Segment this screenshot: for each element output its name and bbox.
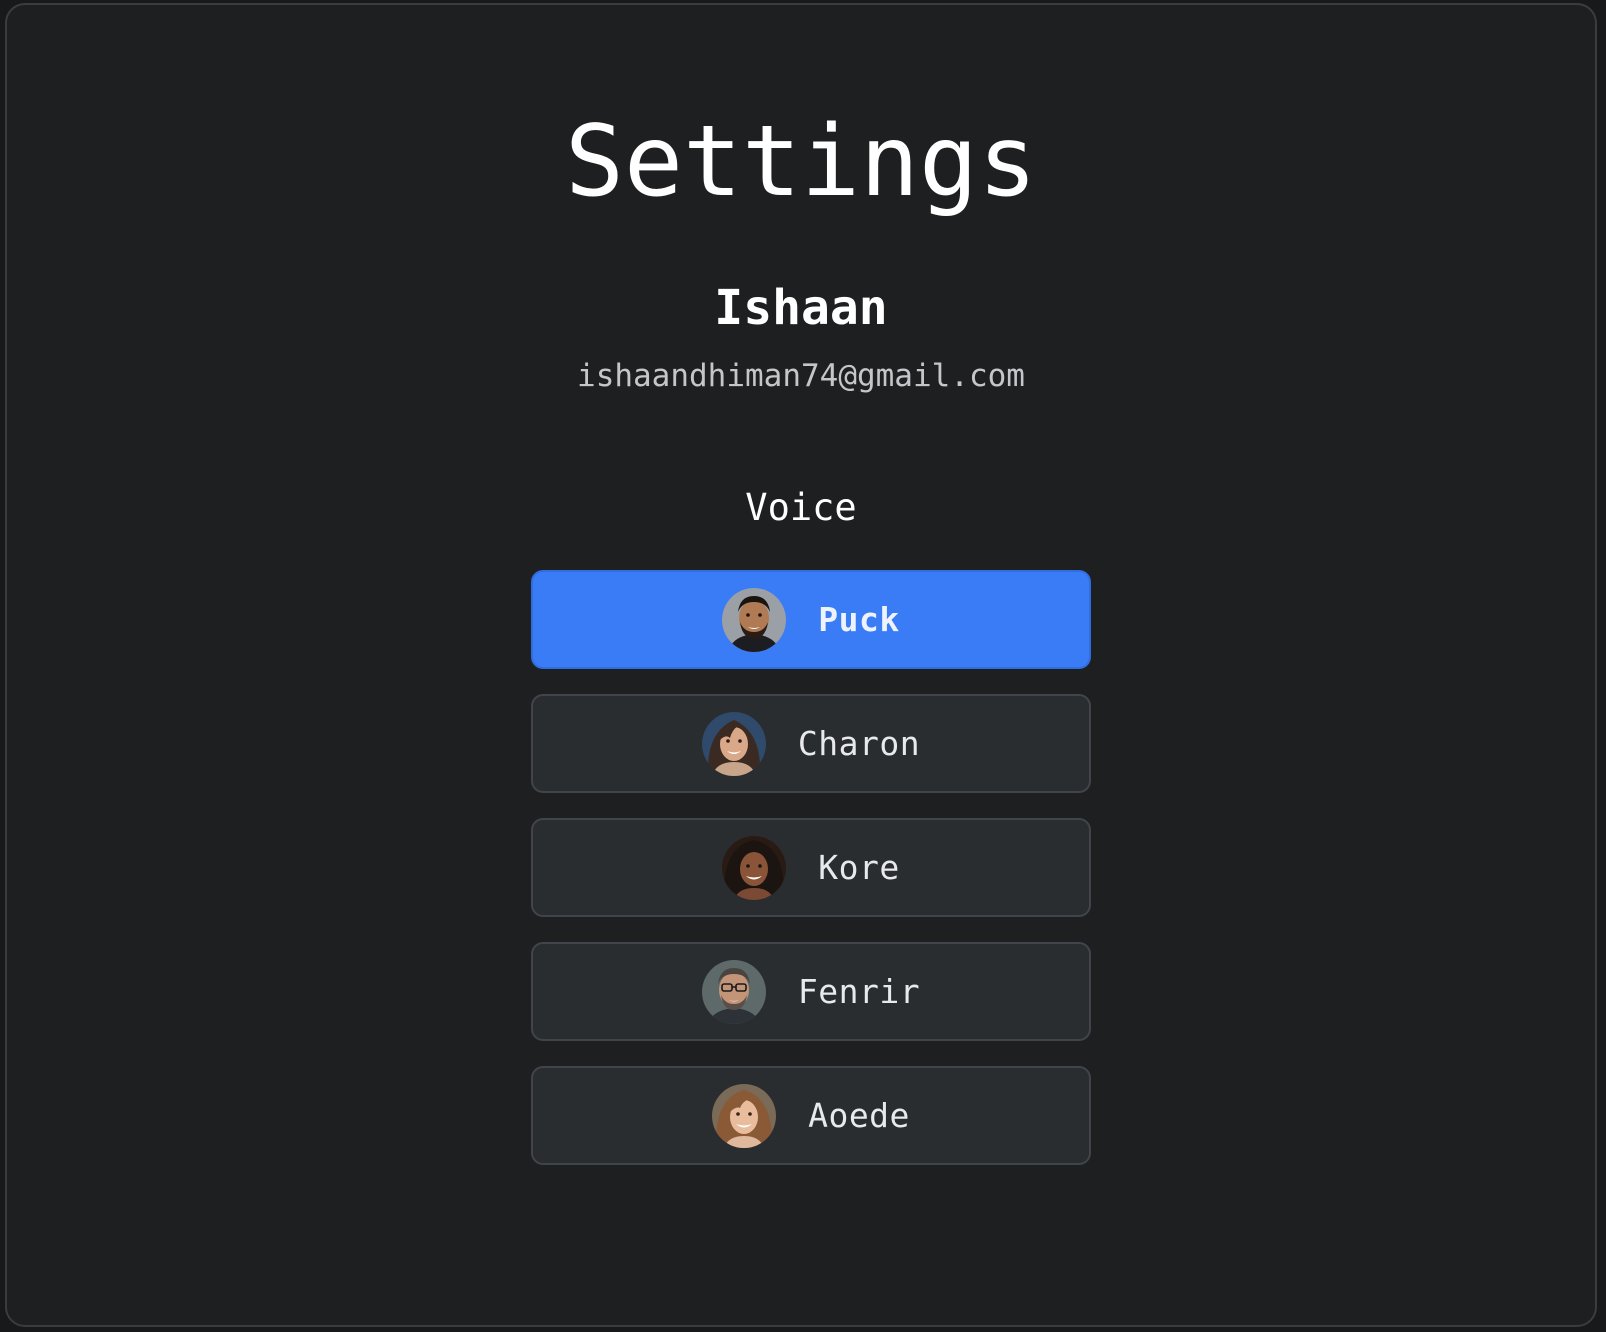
voice-option-label: Aoede bbox=[808, 1095, 910, 1135]
woman-dark-hair-avatar bbox=[701, 711, 766, 776]
voice-option-label: Kore bbox=[818, 847, 900, 887]
user-name: Ishaan bbox=[714, 280, 888, 336]
woman-light-hair-avatar bbox=[712, 1083, 777, 1148]
voice-option-kore[interactable]: Kore bbox=[531, 818, 1091, 917]
voice-option-puck[interactable]: Puck bbox=[531, 570, 1091, 669]
voice-option-label: Fenrir bbox=[797, 971, 921, 1011]
man-glasses-avatar bbox=[701, 959, 766, 1024]
man-beard-avatar bbox=[722, 587, 787, 652]
voice-option-fenrir[interactable]: Fenrir bbox=[531, 942, 1091, 1041]
user-email: ishaandhiman74@gmail.com bbox=[577, 358, 1025, 394]
voice-section-label: Voice bbox=[745, 486, 857, 529]
voice-option-aoede[interactable]: Aoede bbox=[531, 1066, 1091, 1165]
page-title: Settings bbox=[564, 105, 1037, 219]
voice-option-label: Charon bbox=[797, 723, 921, 763]
voice-option-charon[interactable]: Charon bbox=[531, 694, 1091, 793]
voice-option-label: Puck bbox=[818, 599, 900, 639]
woman-curly-hair-avatar bbox=[722, 835, 787, 900]
settings-window: Settings Ishaan ishaandhiman74@gmail.com… bbox=[5, 3, 1597, 1327]
voice-option-list: Puck Charon Kore Fenrir Aoede bbox=[531, 570, 1091, 1190]
